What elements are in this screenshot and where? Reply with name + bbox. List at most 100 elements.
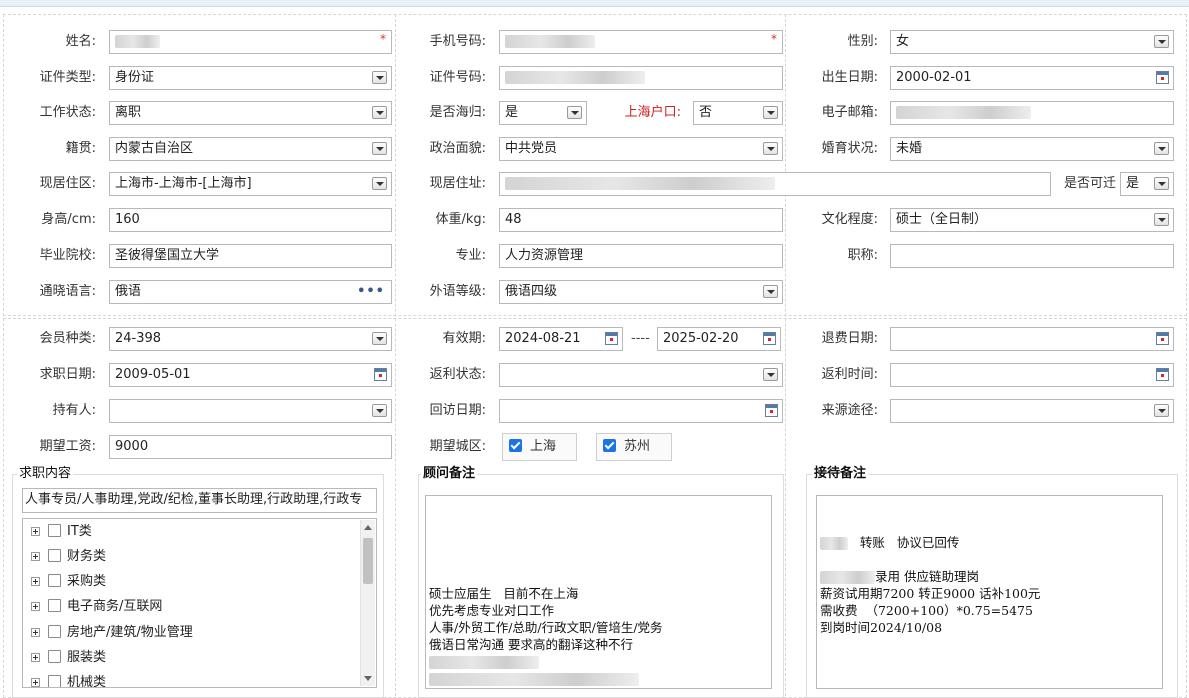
- dropdown-arrow-icon[interactable]: [763, 106, 778, 119]
- calendar-icon[interactable]: [763, 332, 776, 345]
- tree-item[interactable]: 电子商务/互联网: [31, 597, 162, 617]
- language-level-label: 外语等级:: [429, 284, 486, 299]
- relocate-select[interactable]: 是: [1120, 172, 1174, 196]
- job-category-tree[interactable]: IT类 财务类 采购类 电子商务/互联网 房地产/建筑/物业管理 服装类 机械类: [22, 518, 377, 688]
- tree-item[interactable]: 服装类: [31, 648, 106, 668]
- valid-from-input[interactable]: 2024-08-21: [499, 327, 623, 351]
- major-input[interactable]: 人力资源管理: [499, 244, 783, 268]
- id-number-input[interactable]: [499, 66, 783, 90]
- calendar-icon[interactable]: [605, 332, 618, 345]
- tree-item[interactable]: 机械类: [31, 673, 106, 687]
- advisor-note-textarea[interactable]: 硕士应届生 目前不在上海 优先考虑专业对口工作 人事/外贸工作/总助/行政文职/管培…: [425, 495, 772, 689]
- rebate-time-input[interactable]: [890, 363, 1174, 387]
- required-mark: *: [380, 32, 386, 46]
- refund-date-input[interactable]: [890, 327, 1174, 351]
- dropdown-arrow-icon[interactable]: [1154, 404, 1169, 417]
- work-status-select[interactable]: 离职: [109, 101, 392, 125]
- gender-select[interactable]: 女: [890, 30, 1174, 54]
- calendar-icon[interactable]: [1156, 332, 1169, 345]
- checkbox[interactable]: [48, 574, 61, 587]
- blurred-name: [115, 35, 160, 48]
- city-checkbox-suzhou[interactable]: 苏州: [596, 433, 672, 461]
- school-input[interactable]: 圣彼得堡国立大学: [109, 244, 392, 268]
- checkbox-checked-icon[interactable]: [603, 439, 616, 452]
- marital-select[interactable]: 未婚: [890, 137, 1174, 161]
- checkbox[interactable]: [48, 599, 61, 612]
- valid-to-input[interactable]: 2025-02-20: [657, 327, 781, 351]
- dropdown-arrow-icon[interactable]: [763, 142, 778, 155]
- dropdown-arrow-icon[interactable]: [372, 71, 387, 84]
- dropdown-arrow-icon[interactable]: [372, 142, 387, 155]
- expand-icon[interactable]: [31, 527, 40, 536]
- tree-item[interactable]: 采购类: [31, 572, 106, 592]
- calendar-icon[interactable]: [765, 404, 778, 417]
- calendar-icon[interactable]: [1156, 368, 1169, 381]
- dropdown-arrow-icon[interactable]: [372, 177, 387, 190]
- salary-input[interactable]: 9000: [109, 435, 392, 459]
- address-input[interactable]: [499, 172, 1051, 196]
- blurred-phone: [505, 35, 595, 48]
- dropdown-arrow-icon[interactable]: [1154, 35, 1169, 48]
- weight-input[interactable]: 48: [499, 208, 783, 232]
- dropdown-arrow-icon[interactable]: [372, 332, 387, 345]
- native-place-select[interactable]: 内蒙古自治区: [109, 137, 392, 161]
- calendar-icon[interactable]: [1156, 71, 1169, 84]
- tree-item[interactable]: IT类: [31, 522, 92, 542]
- note-line: 到岗时间2024/10/08: [820, 620, 943, 635]
- tree-item[interactable]: 财务类: [31, 547, 106, 567]
- more-options-icon[interactable]: •••: [357, 281, 385, 303]
- checkbox[interactable]: [48, 650, 61, 663]
- birth-date-input[interactable]: 2000-02-01: [890, 66, 1174, 90]
- shanghai-hukou-select[interactable]: 否: [693, 101, 783, 125]
- returnee-select[interactable]: 是: [499, 101, 587, 125]
- scroll-thumb[interactable]: [363, 538, 373, 584]
- job-content-selected[interactable]: 人事专员/人事助理,党政/纪检,董事长助理,行政助理,行政专: [22, 488, 377, 513]
- name-input[interactable]: *: [109, 30, 392, 54]
- dropdown-arrow-icon[interactable]: [1154, 213, 1169, 226]
- residence-area-select[interactable]: 上海市-上海市-[上海市]: [109, 172, 392, 196]
- member-type-select[interactable]: 24-398: [109, 327, 392, 351]
- id-type-select[interactable]: 身份证: [109, 66, 392, 90]
- expand-icon[interactable]: [31, 653, 40, 662]
- checkbox-checked-icon[interactable]: [509, 439, 522, 452]
- checkbox[interactable]: [48, 675, 61, 687]
- tree-scrollbar[interactable]: [360, 520, 375, 686]
- expand-icon[interactable]: [31, 577, 40, 586]
- education-select[interactable]: 硕士（全日制）: [890, 208, 1174, 232]
- checkbox[interactable]: [48, 524, 61, 537]
- tree-item[interactable]: 房地产/建筑/物业管理: [31, 623, 193, 643]
- holder-select[interactable]: [109, 399, 392, 423]
- tree-item-label: 采购类: [67, 574, 107, 589]
- language-input[interactable]: 俄语 •••: [109, 280, 392, 304]
- scroll-up-icon[interactable]: [364, 525, 372, 530]
- reception-note-textarea[interactable]: 转账 协议已回传 录用 供应链助理岗 薪资试用期7200 转正9000 话补100元…: [816, 495, 1163, 689]
- revisit-date-input[interactable]: [499, 399, 783, 423]
- dropdown-arrow-icon[interactable]: [567, 106, 582, 119]
- job-date-input[interactable]: 2009-05-01: [109, 363, 392, 387]
- height-input[interactable]: 160: [109, 208, 392, 232]
- calendar-icon[interactable]: [374, 368, 387, 381]
- political-select[interactable]: 中共党员: [499, 137, 783, 161]
- source-select[interactable]: [890, 399, 1174, 423]
- expand-icon[interactable]: [31, 628, 40, 637]
- checkbox[interactable]: [48, 549, 61, 562]
- expand-icon[interactable]: [31, 678, 40, 687]
- dropdown-arrow-icon[interactable]: [372, 106, 387, 119]
- city-checkbox-shanghai[interactable]: 上海: [502, 433, 577, 461]
- checkbox[interactable]: [48, 625, 61, 638]
- scroll-down-icon[interactable]: [364, 676, 372, 681]
- email-input[interactable]: [890, 101, 1174, 125]
- rebate-status-select[interactable]: [499, 363, 783, 387]
- dropdown-arrow-icon[interactable]: [372, 404, 387, 417]
- dropdown-arrow-icon[interactable]: [763, 285, 778, 298]
- note-line: 硕士应届生 目前不在上海: [429, 586, 579, 601]
- phone-input[interactable]: *: [499, 30, 783, 54]
- title-input[interactable]: [890, 244, 1174, 268]
- dropdown-arrow-icon[interactable]: [1154, 142, 1169, 155]
- dropdown-arrow-icon[interactable]: [1154, 177, 1169, 190]
- expand-icon[interactable]: [31, 552, 40, 561]
- expand-icon[interactable]: [31, 602, 40, 611]
- dropdown-arrow-icon[interactable]: [763, 368, 778, 381]
- relocate-label: 是否可迁: [1063, 176, 1116, 191]
- language-level-select[interactable]: 俄语四级: [499, 280, 783, 304]
